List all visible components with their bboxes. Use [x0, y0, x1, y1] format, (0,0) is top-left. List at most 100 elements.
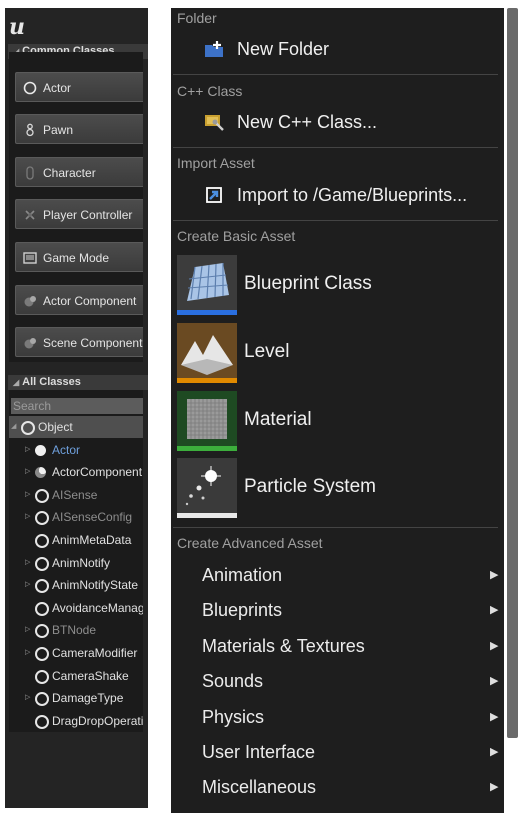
material-label: Material	[244, 409, 312, 430]
tree-row-label: DamageType	[52, 691, 124, 706]
particle-system-label: Particle System	[244, 476, 376, 497]
submenu-label: Materials & Textures	[202, 635, 365, 656]
section-header-import-asset: Import Asset	[177, 155, 255, 171]
object-circle-icon	[35, 488, 49, 503]
level-icon	[177, 323, 237, 383]
tree-row[interactable]: ▷ AnimNotifyState	[9, 574, 143, 596]
submenu-label: Sounds	[202, 671, 264, 692]
menu-divider	[173, 74, 498, 75]
object-circle-icon	[35, 669, 49, 684]
tree-row[interactable]: AvoidanceManager	[9, 597, 143, 619]
submenu-sounds[interactable]: Sounds ▶	[171, 666, 504, 696]
menu-divider	[173, 527, 498, 528]
section-header-cpp-class: C++ Class	[177, 83, 243, 99]
tree-row[interactable]: ▷ Actor	[9, 439, 143, 461]
tree-row[interactable]: CameraShake	[9, 665, 143, 687]
submenu-label: Miscellaneous	[202, 777, 317, 798]
class-button-label: Actor Component	[43, 294, 137, 308]
tree-row-label: AISenseConfig	[52, 510, 133, 525]
class-button-scene-component[interactable]: Scene Component	[15, 327, 143, 357]
submenu-arrow-icon: ▶	[490, 781, 499, 794]
submenu-arrow-icon: ▶	[490, 639, 499, 652]
object-circle-icon	[35, 601, 49, 616]
submenu-arrow-icon: ▶	[490, 604, 499, 617]
collapse-arrow-icon[interactable]: ◢	[11, 416, 16, 438]
tree-row[interactable]: ▷ DamageType	[9, 687, 143, 709]
tree-row-label: AnimNotifyState	[52, 578, 139, 593]
tree-row-label: Actor	[52, 442, 81, 457]
submenu-arrow-icon: ▶	[490, 675, 499, 688]
tree-row-label: BTNode	[52, 623, 97, 638]
class-button-actor-component[interactable]: Actor Component	[15, 285, 143, 315]
tree-row[interactable]: DragDropOperation	[9, 710, 143, 732]
submenu-user-interface[interactable]: User Interface ▶	[171, 737, 504, 767]
new-folder-item[interactable]: New Folder	[171, 34, 504, 64]
expand-arrow-icon[interactable]: ▷	[25, 574, 30, 596]
object-circle-icon	[35, 534, 49, 548]
import-icon	[206, 187, 222, 203]
class-button-character[interactable]: Character	[15, 157, 143, 187]
character-icon	[26, 166, 34, 180]
menu-divider	[173, 220, 498, 221]
expand-arrow-icon[interactable]: ▷	[25, 461, 30, 483]
tree-row-label: AnimNotify	[52, 555, 111, 570]
section-header-create-advanced: Create Advanced Asset	[177, 535, 323, 551]
object-circle-icon	[35, 647, 49, 661]
actor-component-icon	[35, 467, 46, 479]
tree-row[interactable]: ▷ CameraModifier	[9, 642, 143, 664]
expand-arrow-icon[interactable]: ▷	[25, 439, 30, 461]
submenu-miscellaneous[interactable]: Miscellaneous ▶	[171, 772, 504, 802]
expand-arrow-icon[interactable]: ▷	[25, 642, 30, 664]
import-asset-item[interactable]: Import to /Game/Blueprints...	[171, 180, 504, 210]
tree-row[interactable]: ▷ ActorComponent	[9, 461, 143, 483]
collapse-triangle-icon: ◢	[13, 378, 20, 387]
new-cpp-class-item[interactable]: New C++ Class...	[171, 107, 504, 137]
tree-row-label: ActorComponent	[52, 465, 143, 480]
class-button-pawn[interactable]: Pawn	[15, 114, 143, 144]
cpp-class-icon	[205, 115, 224, 131]
submenu-label: Animation	[202, 565, 283, 585]
section-header-folder: Folder	[177, 10, 217, 26]
tree-row-label: CameraModifier	[52, 646, 138, 660]
class-search-input[interactable]	[11, 398, 143, 414]
blueprint-class-icon	[177, 255, 237, 315]
submenu-blueprints[interactable]: Blueprints ▶	[171, 595, 504, 625]
all-classes-header[interactable]: ◢ All Classes	[8, 375, 148, 390]
submenu-animation[interactable]: Animation ▶	[171, 560, 504, 590]
pawn-icon	[26, 123, 34, 137]
tree-row-label: AnimMetaData	[52, 533, 132, 547]
unreal-logo: u	[9, 14, 25, 40]
class-button-player-controller[interactable]: Player Controller	[15, 199, 143, 229]
tree-row-label: CameraShake	[52, 668, 129, 683]
expand-arrow-icon[interactable]: ▷	[25, 619, 30, 641]
menu-divider	[173, 147, 498, 148]
tree-row-label: DragDropOperation	[52, 713, 143, 728]
actor-dot-icon	[35, 444, 46, 456]
tree-root-object[interactable]: ◢ Object	[9, 416, 143, 438]
expand-arrow-icon[interactable]: ▷	[25, 484, 30, 506]
submenu-materials-textures[interactable]: Materials & Textures ▶	[171, 631, 504, 661]
expand-arrow-icon[interactable]: ▷	[25, 687, 30, 709]
expand-arrow-icon[interactable]: ▷	[25, 506, 30, 528]
tree-row[interactable]: ▷ AISense	[9, 484, 143, 506]
class-button-label: Player Controller	[43, 208, 133, 222]
submenu-label: Blueprints	[202, 600, 283, 621]
tree-row[interactable]: ▷ AISenseConfig	[9, 506, 143, 528]
particle-system-icon	[177, 458, 237, 518]
new-folder-label: New Folder	[237, 39, 330, 59]
new-cpp-class-label: New C++ Class...	[237, 112, 378, 132]
new-folder-icon	[205, 41, 223, 57]
tree-row[interactable]: ▷ AnimNotify	[9, 552, 143, 574]
tree-row-label: AvoidanceManager	[52, 600, 143, 615]
submenu-physics[interactable]: Physics ▶	[171, 702, 504, 732]
class-button-label: Game Mode	[43, 251, 110, 265]
tree-row[interactable]: ▷ BTNode	[9, 619, 143, 641]
class-button-actor[interactable]: Actor	[15, 72, 143, 102]
add-new-context-menu: Folder New Folder C++ Class New C++ Clas…	[171, 8, 504, 813]
tree-row[interactable]: AnimMetaData	[9, 529, 143, 551]
expand-arrow-icon[interactable]: ▷	[25, 552, 30, 574]
import-to-label: Import to /Game/Blueprints...	[237, 185, 468, 205]
menu-scrollbar[interactable]	[507, 8, 518, 738]
class-button-game-mode[interactable]: Game Mode	[15, 242, 143, 272]
class-button-label: Pawn	[43, 123, 74, 137]
